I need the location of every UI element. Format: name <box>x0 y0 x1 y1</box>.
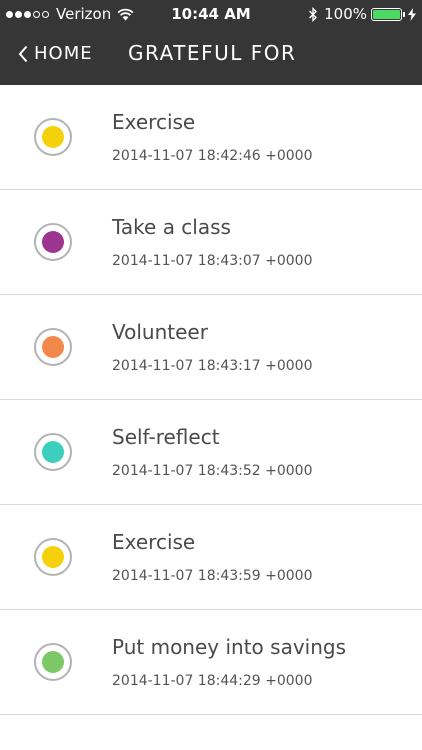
item-timestamp: 2014-11-07 18:43:52 +0000 <box>112 463 313 479</box>
back-label: HOME <box>34 43 93 64</box>
charging-bolt-icon <box>408 7 416 21</box>
item-title: Take a class <box>112 215 231 239</box>
list-item[interactable]: Take a class 2014-11-07 18:43:07 +0000 <box>0 190 422 295</box>
color-dot <box>42 231 64 253</box>
status-right: 100% <box>308 5 416 23</box>
item-title: Put money into savings <box>112 635 347 659</box>
home-back-button[interactable]: HOME <box>18 43 93 64</box>
list-item[interactable]: Exercise 2014-11-07 18:43:59 +0000 <box>0 505 422 610</box>
color-dot <box>42 336 64 358</box>
item-timestamp: 2014-11-07 18:42:46 +0000 <box>112 148 313 164</box>
chevron-left-icon <box>18 45 28 62</box>
list-item[interactable]: Put money into savings 2014-11-07 18:44:2… <box>0 610 422 715</box>
page-title: GRATEFUL FOR <box>128 41 297 65</box>
item-title: Volunteer <box>112 320 208 344</box>
color-dot <box>42 546 64 568</box>
item-title: Exercise <box>112 530 196 554</box>
item-timestamp: 2014-11-07 18:43:17 +0000 <box>112 358 313 374</box>
item-timestamp: 2014-11-07 18:44:29 +0000 <box>112 673 313 689</box>
color-marker-icon <box>34 223 72 261</box>
item-timestamp: 2014-11-07 18:43:59 +0000 <box>112 568 313 584</box>
item-title: Self-reflect <box>112 425 220 449</box>
color-dot <box>42 441 64 463</box>
battery-fill <box>373 9 400 19</box>
color-dot <box>42 126 64 148</box>
battery-tip <box>403 11 405 17</box>
color-dot <box>42 651 64 673</box>
color-marker-icon <box>34 538 72 576</box>
item-title: Exercise <box>112 110 196 134</box>
list-item[interactable]: Self-reflect 2014-11-07 18:43:52 +0000 <box>0 400 422 505</box>
bluetooth-icon <box>309 6 318 22</box>
color-marker-icon <box>34 433 72 471</box>
battery-percent: 100% <box>324 5 367 23</box>
color-marker-icon <box>34 118 72 156</box>
list-item[interactable]: Volunteer 2014-11-07 18:43:17 +0000 <box>0 295 422 400</box>
battery-icon <box>371 7 402 21</box>
grateful-list: Exercise 2014-11-07 18:42:46 +0000 Take a … <box>0 85 422 715</box>
color-marker-icon <box>34 643 72 681</box>
status-bar: Verizon 10:44 AM 100% <box>0 0 422 28</box>
list-item[interactable]: Exercise 2014-11-07 18:42:46 +0000 <box>0 85 422 190</box>
navigation-bar: HOME GRATEFUL FOR <box>0 28 422 85</box>
item-timestamp: 2014-11-07 18:43:07 +0000 <box>112 253 313 269</box>
color-marker-icon <box>34 328 72 366</box>
